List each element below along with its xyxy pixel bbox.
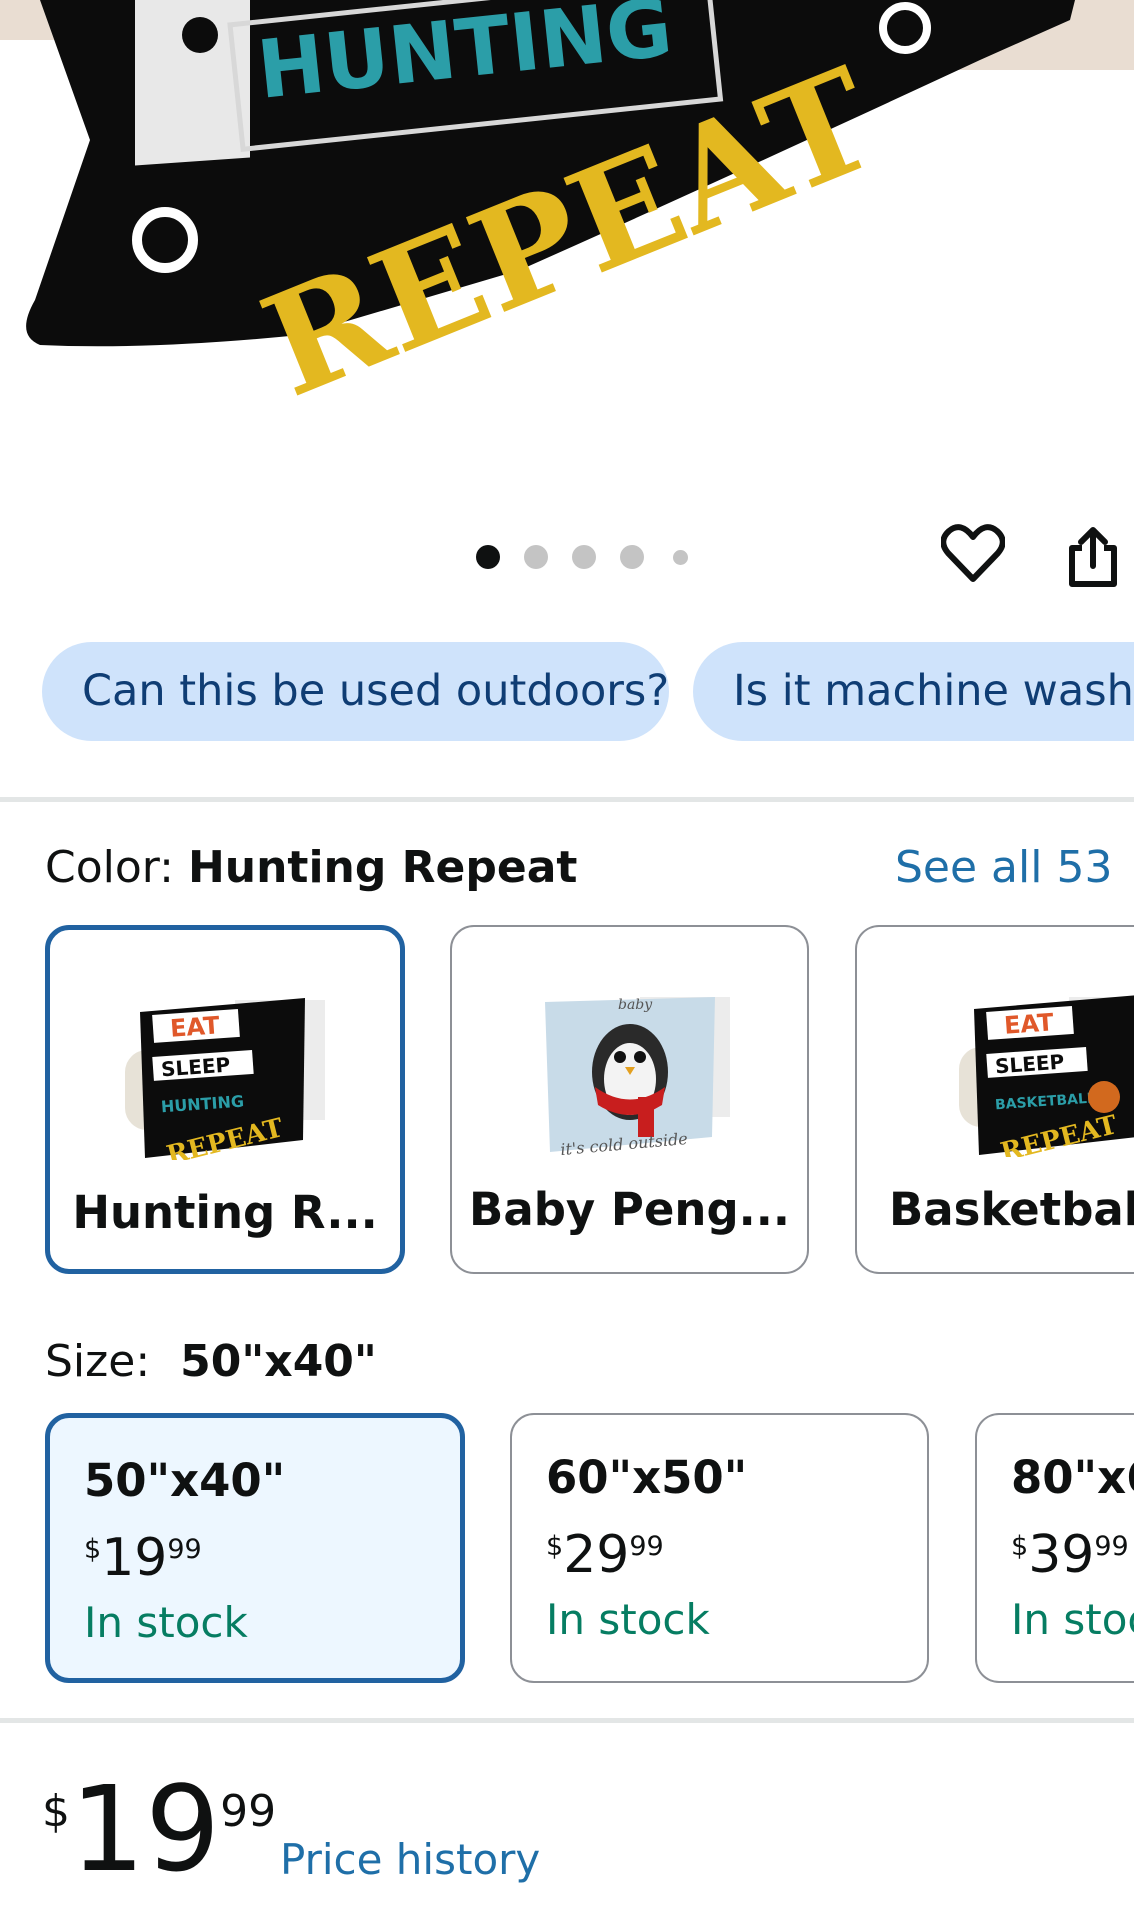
blanket-image: HUNTING REPEAT <box>0 0 1134 429</box>
thumb-word-baby: baby <box>618 997 653 1013</box>
carousel-dot-2[interactable] <box>524 545 548 569</box>
color-value: Hunting Repeat <box>187 842 578 893</box>
stock-status: In stock <box>84 1598 248 1647</box>
color-option-baby-penguin[interactable]: baby it's cold outside Baby Peng... <box>450 925 809 1274</box>
price-history-link[interactable]: Price history <box>280 1835 540 1884</box>
price-whole: 39 <box>1028 1525 1095 1585</box>
carousel-dot-5[interactable] <box>673 550 688 565</box>
carousel-dot-4[interactable] <box>620 545 644 569</box>
price-fraction: 99 <box>1094 1531 1129 1562</box>
size-option-label: 50"x40" <box>84 1454 286 1507</box>
price-currency: $ <box>84 1534 102 1565</box>
carousel-dot-3[interactable] <box>572 545 596 569</box>
share-icon <box>1068 526 1117 587</box>
size-option-60x50[interactable]: 60"x50" $2999 In stock <box>510 1413 929 1683</box>
size-option-price: $2999 <box>546 1525 664 1585</box>
size-label: Size: <box>45 1336 151 1387</box>
size-label-row: Size: 50"x40" <box>45 1336 377 1387</box>
section-divider <box>0 1718 1134 1723</box>
price-fraction: 99 <box>220 1786 277 1837</box>
see-all-colors-link[interactable]: See all 53 <box>895 842 1112 893</box>
color-option-name: Hunting R... <box>72 1186 378 1239</box>
thumb-word-eat: EAT <box>1003 1008 1055 1039</box>
price-whole: 19 <box>70 1760 221 1898</box>
favorite-button[interactable] <box>935 515 1010 590</box>
color-label: Color: <box>45 842 174 893</box>
question-chip-1[interactable]: Can this be used outdoors? <box>42 642 669 741</box>
price-fraction: 99 <box>629 1531 664 1562</box>
color-option-name: Basketball <box>889 1183 1134 1236</box>
color-option-basketball[interactable]: EAT SLEEP BASKETBALL REPEAT Basketball <box>855 925 1134 1274</box>
size-option-80x6[interactable]: 80"x6 $3999 In stoc <box>975 1413 1134 1683</box>
color-label-row: Color: Hunting Repeat <box>45 842 577 893</box>
price-whole: 29 <box>563 1525 630 1585</box>
current-price: $1999 <box>42 1770 276 1888</box>
section-divider <box>0 797 1134 802</box>
color-option-name: Baby Peng... <box>469 1183 790 1236</box>
product-image[interactable]: HUNTING REPEAT <box>0 0 1134 430</box>
size-option-price: $3999 <box>1011 1525 1129 1585</box>
heart-icon <box>940 523 1005 582</box>
price-currency: $ <box>546 1531 564 1562</box>
price-currency: $ <box>42 1786 70 1837</box>
size-option-label: 80"x6 <box>1011 1451 1134 1504</box>
price-fraction: 99 <box>167 1534 202 1565</box>
thumb-word-sleep: SLEEP <box>994 1050 1065 1079</box>
question-chip-2[interactable]: Is it machine washal <box>693 642 1134 741</box>
thumb-word-eat: EAT <box>169 1011 221 1042</box>
size-value: 50"x40" <box>180 1336 377 1387</box>
stock-status: In stock <box>546 1595 710 1644</box>
price-currency: $ <box>1011 1531 1029 1562</box>
size-option-price: $1999 <box>84 1528 202 1588</box>
basketball-blanket-thumbnail: EAT SLEEP BASKETBALL REPEAT <box>959 995 1134 1157</box>
color-option-hunting-repeat[interactable]: EAT SLEEP HUNTING REPEAT Hunting R... <box>45 925 405 1274</box>
price-whole: 19 <box>101 1528 168 1588</box>
carousel-dot-1[interactable] <box>476 545 500 569</box>
hunting-blanket-thumbnail: EAT SLEEP HUNTING REPEAT <box>125 998 325 1160</box>
thumb-word-sleep: SLEEP <box>160 1053 231 1082</box>
size-option-label: 60"x50" <box>546 1451 748 1504</box>
size-option-50x40[interactable]: 50"x40" $1999 In stock <box>45 1413 465 1683</box>
share-button[interactable] <box>1055 520 1130 595</box>
penguin-blanket-thumbnail: baby it's cold outside <box>544 997 730 1157</box>
stock-status: In stoc <box>1011 1595 1134 1644</box>
